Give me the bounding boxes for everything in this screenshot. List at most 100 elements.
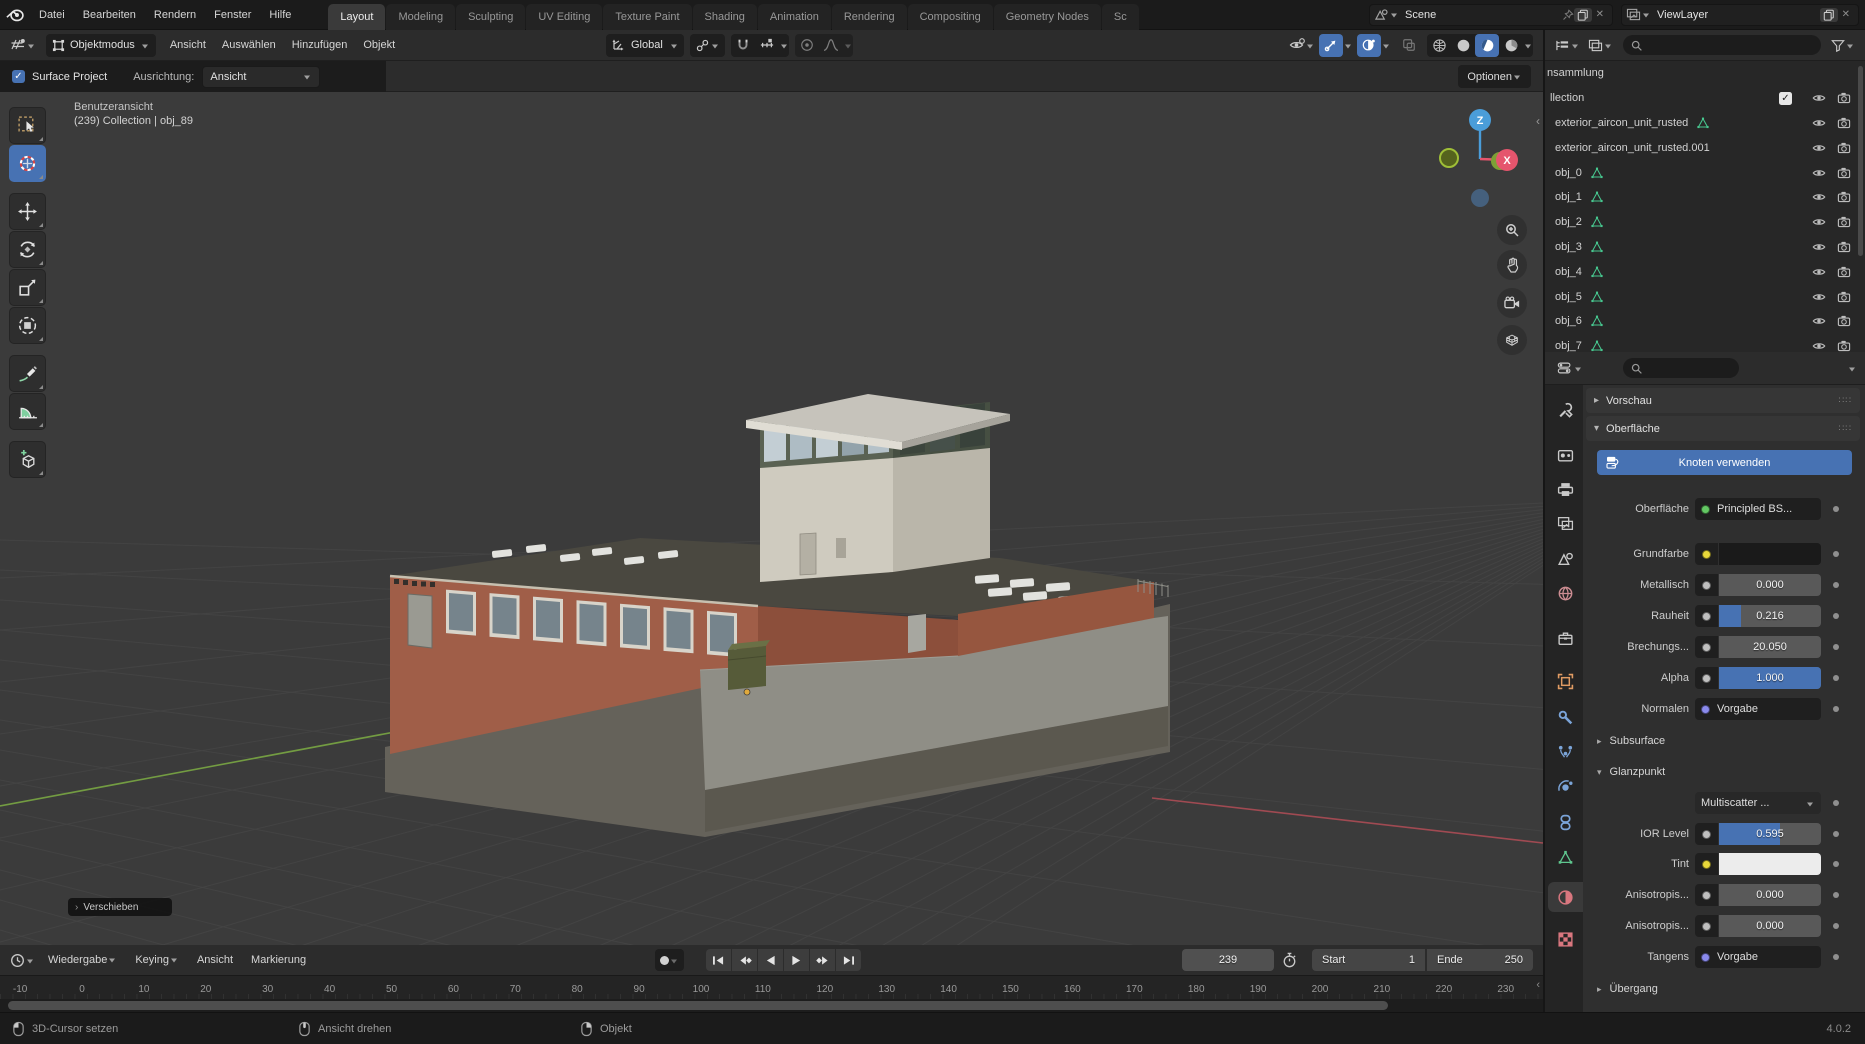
- workspace-tab-sc[interactable]: Sc: [1102, 4, 1139, 30]
- properties-tab-physics[interactable]: [1548, 772, 1582, 802]
- disable-in-renders-icon[interactable]: [1837, 190, 1851, 204]
- workspace-tab-uv-editing[interactable]: UV Editing: [526, 4, 602, 30]
- collection-checkbox[interactable]: ✓: [1779, 92, 1792, 105]
- shading-rendered-button[interactable]: [1499, 34, 1523, 57]
- outliner-item-label[interactable]: exterior_aircon_unit_rusted.001: [1555, 142, 1710, 154]
- play-button[interactable]: [784, 949, 809, 971]
- scene-name[interactable]: Scene: [1399, 9, 1562, 21]
- disable-in-renders-icon[interactable]: [1837, 339, 1851, 352]
- socket-button[interactable]: [1695, 823, 1718, 845]
- workspace-tab-sculpting[interactable]: Sculpting: [456, 4, 525, 30]
- properties-tab-object-data[interactable]: [1548, 842, 1582, 872]
- disable-in-renders-icon[interactable]: [1837, 290, 1851, 304]
- outliner-filter-button[interactable]: [1827, 39, 1859, 52]
- socket-button[interactable]: [1695, 853, 1718, 875]
- transform-orientation[interactable]: Global: [606, 34, 684, 57]
- options-dropdown[interactable]: Optionen: [1458, 65, 1531, 88]
- timeline-scrollbar[interactable]: [0, 999, 1543, 1012]
- animate-property-dot[interactable]: [1833, 954, 1839, 960]
- property-slider[interactable]: 1.000: [1719, 667, 1821, 689]
- blender-logo-icon[interactable]: [0, 7, 30, 22]
- jump-to-next-keyframe-button[interactable]: [810, 949, 835, 971]
- hide-in-viewport-icon[interactable]: [1812, 116, 1826, 130]
- jump-to-start-button[interactable]: [706, 949, 731, 971]
- viewport-menu-ansicht[interactable]: Ansicht: [162, 39, 214, 51]
- surface-project-checkbox[interactable]: ✓: [12, 70, 25, 83]
- disable-in-renders-icon[interactable]: [1837, 240, 1851, 254]
- property-slider[interactable]: 0.000: [1719, 915, 1821, 937]
- outliner-row-exterior-aircon-unit-rusted[interactable]: exterior_aircon_unit_rusted: [1545, 111, 1865, 136]
- animate-property-dot[interactable]: [1833, 551, 1839, 557]
- operator-panel[interactable]: ›Verschieben: [68, 898, 172, 916]
- disable-in-renders-icon[interactable]: [1837, 314, 1851, 328]
- animate-property-dot[interactable]: [1833, 892, 1839, 898]
- mode-selector[interactable]: Objektmodus: [46, 34, 156, 57]
- tool-measure-button[interactable]: [9, 393, 46, 430]
- unlink-scene-icon[interactable]: ✕: [1592, 9, 1608, 20]
- outliner-item-label[interactable]: obj_4: [1555, 266, 1582, 278]
- pan-button[interactable]: [1497, 250, 1527, 280]
- outliner-row-obj-4[interactable]: obj_4: [1545, 259, 1865, 284]
- viewport-3d[interactable]: Benutzeransicht (239) Collection | obj_8…: [0, 92, 1543, 945]
- editor-type-button[interactable]: [6, 38, 40, 52]
- pivot-point-button[interactable]: [690, 34, 725, 57]
- zoom-button[interactable]: [1497, 215, 1527, 245]
- socket-button[interactable]: [1695, 543, 1718, 565]
- workspace-tab-animation[interactable]: Animation: [758, 4, 831, 30]
- menu-rendern[interactable]: Rendern: [145, 9, 205, 21]
- outliner-editor-type-button[interactable]: [1551, 39, 1584, 52]
- socket-button[interactable]: [1695, 605, 1718, 627]
- outliner-row-nsammlung[interactable]: nsammlung: [1545, 61, 1865, 86]
- scrollbar-thumb[interactable]: [8, 1001, 1388, 1010]
- outliner-item-label[interactable]: obj_6: [1555, 315, 1582, 327]
- outliner-row-obj-7[interactable]: obj_7: [1545, 334, 1865, 352]
- timeline-menu-wiedergabe[interactable]: Wiedergabe: [39, 954, 126, 966]
- hide-in-viewport-icon[interactable]: [1812, 190, 1826, 204]
- color-swatch[interactable]: [1719, 853, 1821, 875]
- tool-add-cube-button[interactable]: [9, 441, 46, 478]
- jump-to-end-button[interactable]: [836, 949, 861, 971]
- disable-in-renders-icon[interactable]: [1837, 265, 1851, 279]
- outliner-row-exterior-aircon-unit-rusted-001[interactable]: exterior_aircon_unit_rusted.001: [1545, 135, 1865, 160]
- properties-tab-tool[interactable]: [1548, 395, 1582, 425]
- timeline-menu-markierung[interactable]: Markierung: [242, 954, 315, 966]
- shading-wireframe-button[interactable]: [1427, 34, 1451, 57]
- sidebar-collapse-icon[interactable]: ‹: [1536, 114, 1540, 128]
- jump-to-prev-keyframe-button[interactable]: [732, 949, 757, 971]
- property-slider[interactable]: 20.050: [1719, 636, 1821, 658]
- hide-in-viewport-icon[interactable]: [1812, 240, 1826, 254]
- current-frame-field[interactable]: 239: [1182, 949, 1274, 971]
- menu-fenster[interactable]: Fenster: [205, 9, 260, 21]
- disable-in-renders-icon[interactable]: [1837, 91, 1851, 105]
- orientation-dropdown[interactable]: Ansicht: [202, 66, 320, 88]
- hide-in-viewport-icon[interactable]: [1812, 339, 1826, 352]
- drag-dots-icon[interactable]: ∷∷: [1839, 395, 1852, 406]
- subpanel-header[interactable]: ▸Übergang: [1597, 977, 1658, 1001]
- disable-in-renders-icon[interactable]: [1837, 141, 1851, 155]
- animate-property-dot[interactable]: [1833, 831, 1839, 837]
- panel-oberflaeche[interactable]: ▾Oberfläche ∷∷: [1586, 416, 1860, 441]
- camera-view-button[interactable]: [1497, 288, 1527, 318]
- scene-selector[interactable]: Scene ✕: [1369, 4, 1613, 26]
- outliner-item-label[interactable]: obj_3: [1555, 241, 1582, 253]
- workspace-tab-rendering[interactable]: Rendering: [832, 4, 907, 30]
- proportional-editing-toggle[interactable]: [795, 34, 819, 57]
- properties-tab-view-layer[interactable]: [1548, 508, 1582, 538]
- outliner-item-label[interactable]: llection: [1550, 92, 1584, 104]
- animate-property-dot[interactable]: [1833, 800, 1839, 806]
- hide-in-viewport-icon[interactable]: [1812, 141, 1826, 155]
- outliner-row-obj-2[interactable]: obj_2: [1545, 210, 1865, 235]
- hide-in-viewport-icon[interactable]: [1812, 166, 1826, 180]
- outliner-item-label[interactable]: nsammlung: [1547, 67, 1604, 79]
- socket-button[interactable]: [1695, 574, 1718, 596]
- outliner-row-obj-6[interactable]: obj_6: [1545, 309, 1865, 334]
- tool-select-box-button[interactable]: [9, 107, 46, 144]
- tool-scale-button[interactable]: [9, 269, 46, 306]
- animate-property-dot[interactable]: [1833, 923, 1839, 929]
- hide-in-viewport-icon[interactable]: [1812, 215, 1826, 229]
- show-object-types-button[interactable]: [1285, 38, 1319, 52]
- properties-tab-scene[interactable]: [1548, 543, 1582, 573]
- tool-rotate-button[interactable]: [9, 231, 46, 268]
- properties-search-input[interactable]: [1623, 358, 1739, 378]
- new-scene-button[interactable]: [1574, 8, 1592, 22]
